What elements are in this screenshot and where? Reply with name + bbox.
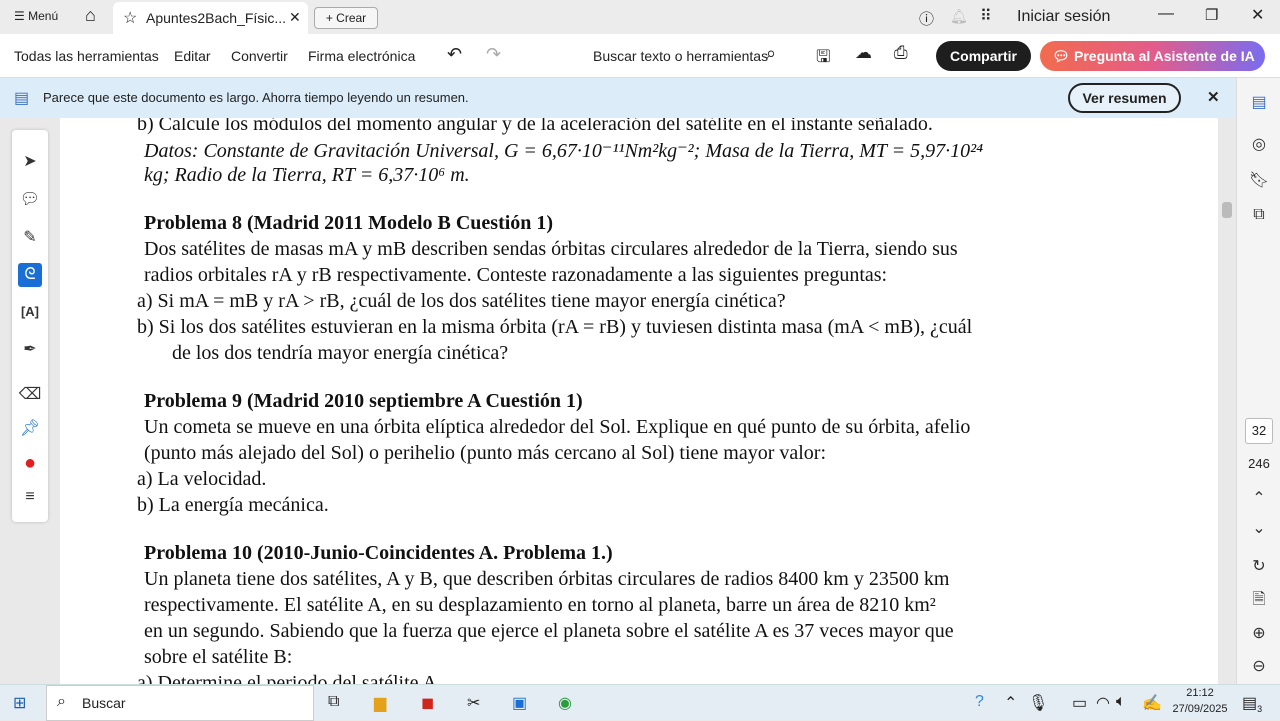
document-tab[interactable]: ☆ Apuntes2Bach_Físic... ✕ (113, 2, 308, 34)
page-down-icon[interactable]: ⌄ (1247, 518, 1271, 538)
heading-problem-8: Problema 8 (Madrid 2011 Modelo B Cuestió… (144, 212, 554, 234)
search-tools[interactable]: Buscar texto o herramientas (593, 48, 768, 64)
taskbar: ⊞ ⌕ Buscar ⧉ ▆ ◼ ✂ ▣ ◉ ? ⌃ 🎙︎ ▭ ◠ 🔈︎ ✍ 2… (0, 684, 1280, 721)
restore-icon[interactable]: ❐ (1205, 6, 1218, 24)
pen-icon[interactable]: ✍ (1142, 693, 1162, 713)
notifications-icon[interactable]: ▤3 (1242, 693, 1262, 714)
minimize-icon[interactable]: — (1158, 5, 1174, 23)
volume-icon[interactable]: 🔈︎ (1116, 693, 1126, 711)
share-button[interactable]: Compartir (936, 41, 1031, 71)
pages-icon[interactable]: ⧉ (1247, 206, 1271, 224)
help-tray-icon[interactable]: ? (975, 693, 984, 711)
edit-menu[interactable]: Editar (174, 48, 211, 64)
freehand-draw-icon[interactable]: ᘓ (18, 263, 42, 287)
tray-chevron-icon[interactable]: ⌃ (1004, 693, 1017, 713)
camera-app-icon[interactable]: ▣ (512, 693, 527, 713)
heading-problem-9: Problema 9 (Madrid 2010 septiembre A Cue… (144, 390, 583, 412)
file-explorer-icon[interactable]: ▆ (374, 693, 386, 713)
esign-menu[interactable]: Firma electrónica (308, 48, 415, 64)
sign-pen-icon[interactable]: ✒ (18, 338, 42, 362)
eraser-icon[interactable]: ⌫ (18, 383, 42, 407)
taskbar-search[interactable]: ⌕ Buscar (46, 685, 314, 721)
snipping-icon[interactable]: ✂ (467, 693, 480, 713)
home-icon[interactable]: ⌂ (85, 5, 96, 26)
redo-icon[interactable]: ↷ (486, 44, 501, 65)
signin-link[interactable]: Iniciar sesión (1017, 8, 1110, 26)
task-view-icon[interactable]: ⧉ (328, 693, 339, 711)
view-summary-button[interactable]: Ver resumen (1068, 83, 1181, 113)
create-button[interactable]: + Crear (314, 7, 378, 29)
zoom-out-icon[interactable]: ⊖ (1247, 656, 1271, 676)
save-icon[interactable]: 🖫 (816, 44, 830, 73)
convert-menu[interactable]: Convertir (231, 48, 288, 64)
acrobat-icon[interactable]: ◼ (421, 693, 434, 713)
print-icon[interactable]: ⎙ (894, 43, 908, 63)
select-cursor-icon[interactable]: ➤ (18, 150, 42, 174)
heading-problem-10: Problema 10 (2010-Junio-Coincidentes A. … (144, 542, 613, 564)
tool-rail: ➤ 💬︎ ✎ ᘓ [A] ✒ ⌫ 📌︎ ● ≡ (12, 130, 48, 522)
pin-icon[interactable]: 📌︎ (18, 417, 42, 441)
page-up-icon[interactable]: ⌃ (1247, 488, 1271, 508)
upload-cloud-icon[interactable]: ☁ (855, 43, 872, 63)
pdf-page: b) Calcule los módulos del momento angul… (60, 118, 1218, 684)
clock-time[interactable]: 21:12 (1170, 687, 1230, 699)
bell-icon[interactable]: 🔔︎ (950, 8, 968, 25)
highlight-pen-icon[interactable]: ✎ (18, 226, 42, 250)
comments-panel-icon[interactable]: ◎ (1247, 134, 1271, 154)
undo-icon[interactable]: ↶ (447, 44, 462, 65)
windows-start-icon[interactable]: ⊞ (13, 693, 26, 713)
right-sidebar: ▤ ◎ 🔖︎ ⧉ 32 246 ⌃ ⌄ ↻ 🗎 ⊕ ⊖ (1236, 78, 1280, 684)
close-tab-icon[interactable]: ✕ (289, 9, 301, 26)
chrome-icon[interactable]: ◉ (558, 693, 572, 713)
star-icon[interactable]: ☆ (123, 8, 137, 28)
hamburger-icon: ☰ (14, 9, 29, 23)
current-page-input[interactable]: 32 (1245, 418, 1273, 444)
total-pages: 246 (1248, 456, 1270, 471)
text-select-icon[interactable]: [A] (18, 300, 42, 324)
close-window-icon[interactable]: ✕ (1251, 5, 1264, 25)
mic-icon[interactable]: 🎙︎ (1028, 693, 1048, 713)
comment-icon[interactable]: 💬︎ (18, 188, 42, 212)
ai-assistant-button[interactable]: 💬︎ Pregunta al Asistente de IA (1040, 41, 1265, 71)
search-icon[interactable]: ⌕ (766, 43, 776, 64)
apps-grid-icon[interactable]: ⠿ (980, 6, 992, 26)
all-tools-menu[interactable]: Todas las herramientas (14, 48, 159, 64)
clock-date[interactable]: 27/09/2025 (1164, 703, 1236, 715)
summary-icon: ▤ (14, 90, 30, 107)
search-icon: ⌕ (57, 693, 66, 710)
more-menu-icon[interactable]: ≡ (18, 485, 42, 509)
title-bar: ☰ Menú ⌂ ☆ Apuntes2Bach_Físic... ✕ + Cre… (0, 0, 1280, 34)
close-banner-icon[interactable]: ✕ (1207, 88, 1220, 106)
bookmark-icon[interactable]: 🔖︎ (1247, 170, 1271, 190)
scrollbar-thumb[interactable] (1222, 202, 1232, 218)
summary-panel-icon[interactable]: ▤ (1247, 92, 1271, 112)
fit-page-icon[interactable]: 🗎 (1247, 588, 1271, 615)
rotate-icon[interactable]: ↻ (1247, 556, 1271, 576)
summary-banner: ▤ Parece que este documento es largo. Ah… (0, 78, 1236, 118)
wifi-icon[interactable]: ◠ (1096, 693, 1110, 713)
battery-icon[interactable]: ▭ (1072, 693, 1087, 713)
color-picker-icon[interactable]: ● (18, 451, 42, 475)
help-icon[interactable]: ⓘ (919, 8, 934, 29)
ai-chat-icon: 💬︎ (1052, 48, 1070, 64)
zoom-in-icon[interactable]: ⊕ (1247, 623, 1271, 643)
menu-button[interactable]: ☰ Menú (14, 9, 58, 23)
